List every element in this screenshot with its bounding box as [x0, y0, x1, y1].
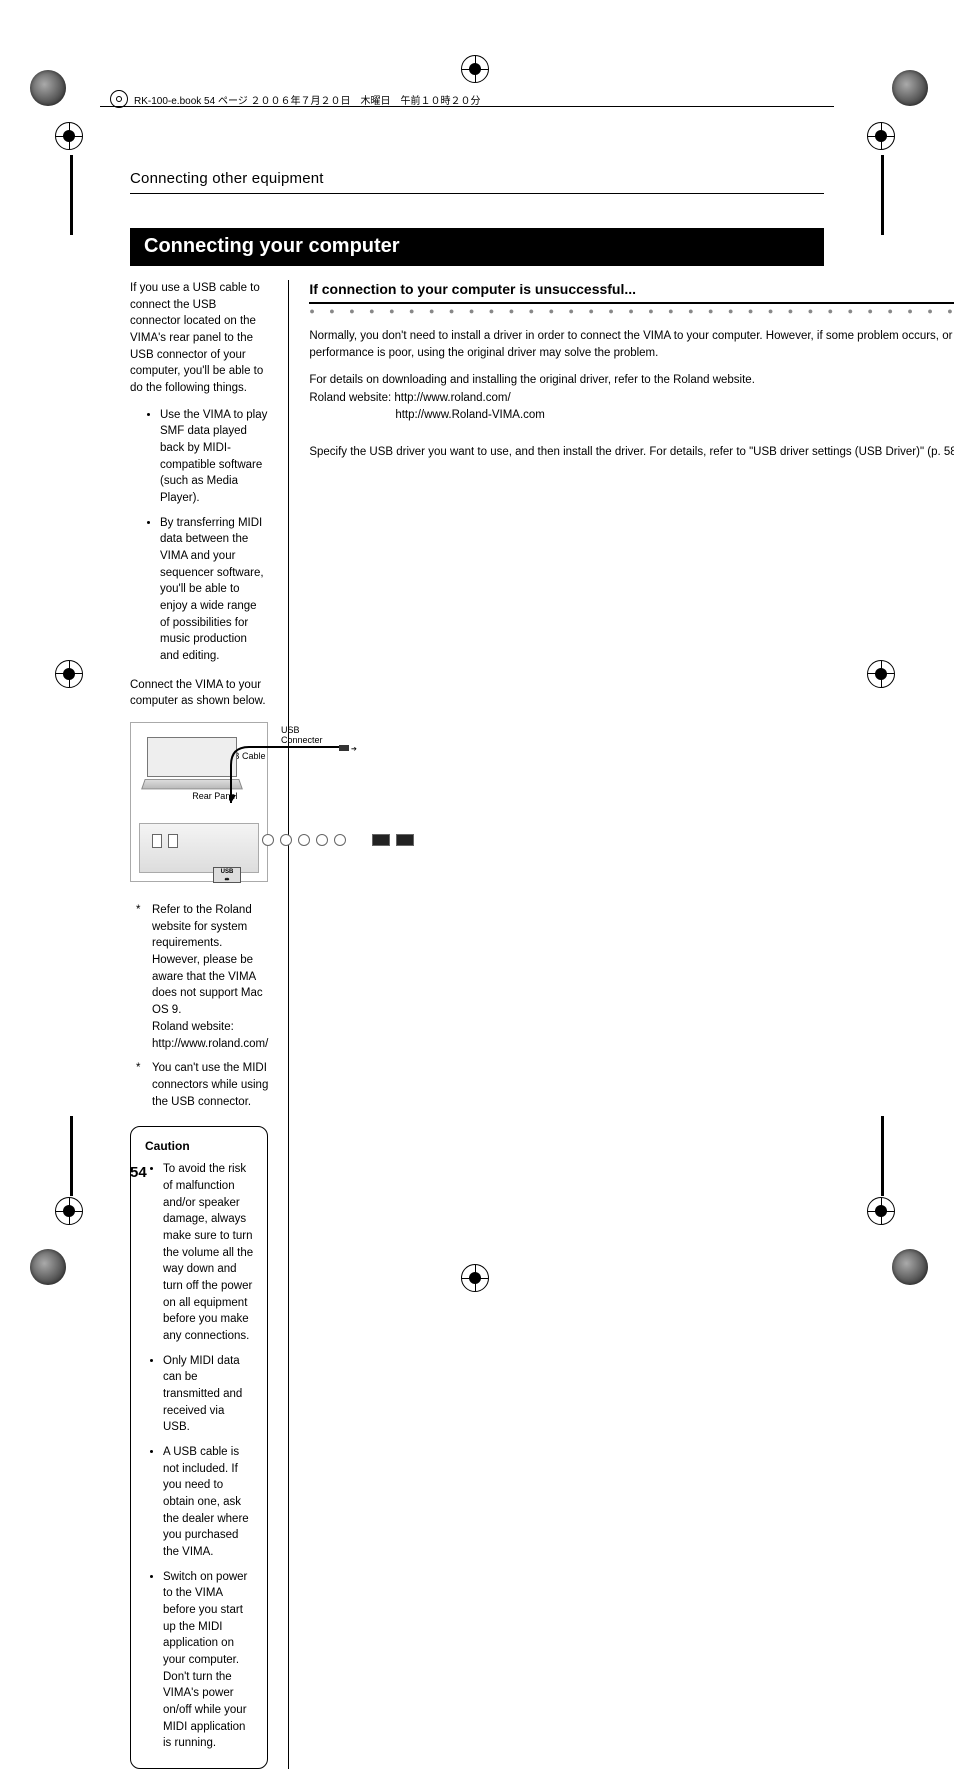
footnote-body: You can't use the MIDI connectors while … [152, 1062, 268, 1107]
list-item: A USB cable is not included. If you need… [163, 1444, 253, 1561]
page-title: Connecting your computer [130, 228, 824, 266]
connect-instruction: Connect the VIMA to your computer as sho… [130, 677, 268, 710]
dotted-rule: ● ● ● ● ● ● ● ● ● ● ● ● ● ● ● ● ● ● ● ● … [309, 306, 954, 316]
registration-mark [30, 70, 62, 102]
right-column: If connection to your computer is unsucc… [289, 280, 954, 1769]
registration-mark [892, 70, 924, 102]
running-header-rule [130, 193, 824, 194]
page-content: Connecting other equipment Connecting yo… [130, 170, 824, 1181]
crop-bar [70, 1116, 73, 1196]
list-item: By transferring MIDI data between the VI… [160, 515, 268, 665]
caution-heading: Caution [145, 1139, 253, 1153]
intro-paragraph: If you use a USB cable to connect the US… [130, 280, 268, 397]
svg-text:➔: ➔ [351, 746, 357, 753]
footnote: * Refer to the Roland website for system… [130, 902, 268, 1052]
asterisk-icon: * [136, 1060, 140, 1077]
list-item: To avoid the risk of malfunction and/or … [163, 1161, 253, 1344]
sub-heading-rule [309, 302, 954, 304]
crop-bar [70, 155, 73, 235]
running-header: Connecting other equipment [130, 170, 824, 187]
footnote-site: Roland website: http://www.roland.com/ [152, 1021, 268, 1050]
paragraph: For details on downloading and installin… [309, 372, 954, 389]
caution-box: Caution To avoid the risk of malfunction… [130, 1126, 268, 1769]
feature-list: Use the VIMA to play SMF data played bac… [130, 407, 268, 665]
usb-port-icon: USB⬌ [213, 867, 241, 883]
list-item: Use the VIMA to play SMF data played bac… [160, 407, 268, 507]
registration-mark [30, 1249, 62, 1281]
usb-cable-line-icon: ➔ [229, 745, 359, 805]
website-line-2: http://www.Roland-VIMA.com [309, 407, 954, 424]
crop-mark [867, 122, 899, 154]
list-item: Switch on power to the VIMA before you s… [163, 1569, 253, 1752]
book-meta-text: RK-100-e.book 54 ページ ２００６年７月２０日 木曜日 午前１０… [134, 92, 481, 107]
page-number: 54 [130, 1164, 147, 1181]
footnote-body: Refer to the Roland website for system r… [152, 904, 263, 1016]
paragraph: Normally, you don't need to install a dr… [309, 328, 954, 361]
crop-mark [55, 122, 87, 154]
rear-panel-icon [139, 823, 259, 873]
crop-mark [461, 55, 493, 87]
connection-diagram: USB Connecter USB Cable Computer The VIM… [130, 722, 268, 882]
paragraph: Specify the USB driver you want to use, … [309, 444, 954, 461]
left-column: If you use a USB cable to connect the US… [130, 280, 289, 1769]
keyboard-icon [141, 779, 243, 789]
crop-mark [55, 1197, 87, 1229]
footnote: * You can't use the MIDI connectors whil… [130, 1060, 268, 1110]
asterisk-icon: * [136, 902, 140, 919]
book-meta-rule [100, 106, 834, 107]
sub-heading: If connection to your computer is unsucc… [309, 280, 954, 298]
crop-mark [55, 660, 87, 692]
diagram-label-usb-connecter: USB Connecter [281, 725, 323, 745]
computer-icon [147, 737, 237, 777]
crop-bar [881, 155, 884, 235]
website-line: Roland website: http://www.roland.com/ [309, 390, 954, 407]
usb-label: USB [221, 869, 234, 875]
list-item: Only MIDI data can be transmitted and re… [163, 1353, 253, 1436]
